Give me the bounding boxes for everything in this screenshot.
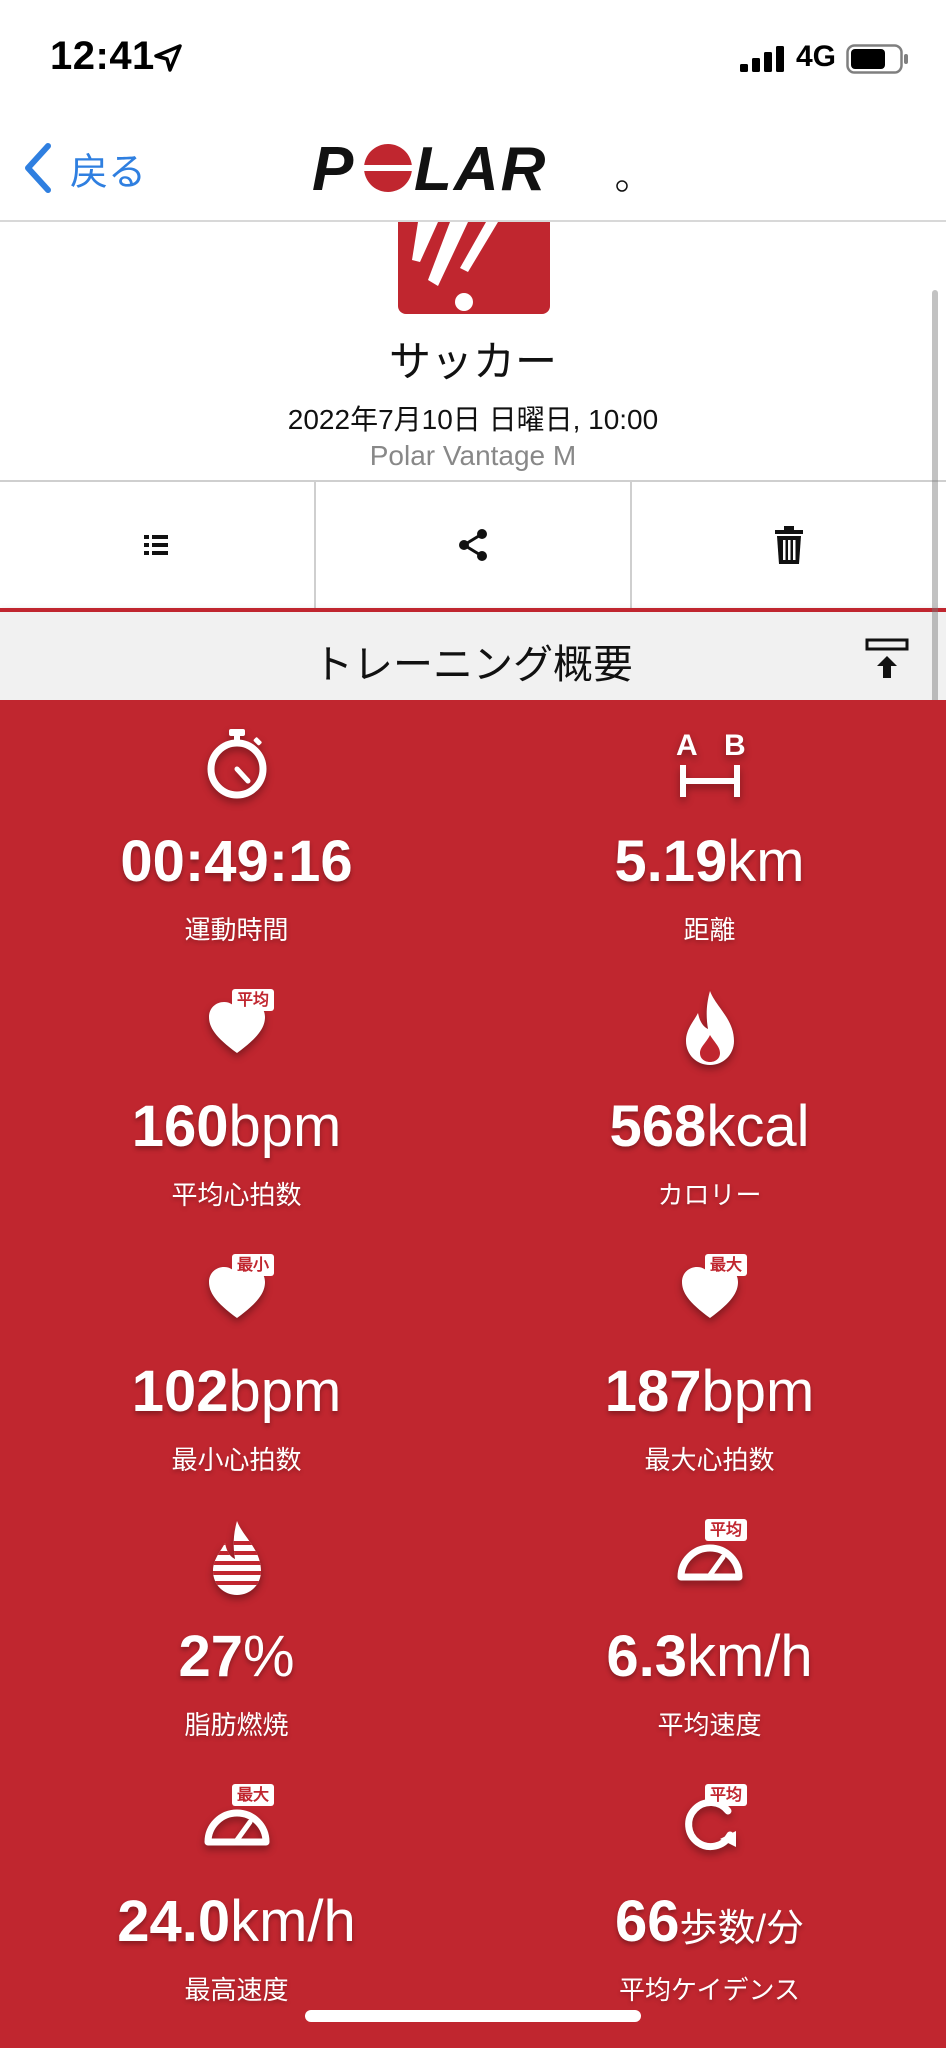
location-arrow-icon bbox=[154, 44, 182, 72]
flame-icon bbox=[685, 991, 734, 1065]
fat-burn-icon bbox=[212, 1521, 261, 1595]
stat-max-speed: 最大 24.0km/h 最高速度 bbox=[0, 1760, 473, 2025]
export-icon[interactable] bbox=[864, 636, 910, 682]
svg-text:LAR: LAR bbox=[414, 138, 547, 198]
chevron-left-icon bbox=[25, 143, 51, 193]
status-time: 12:41 bbox=[50, 34, 155, 78]
min-hr-value: 102bpm bbox=[131, 1359, 342, 1424]
avg-cadence-label: 平均ケイデンス bbox=[619, 1976, 800, 2006]
stat-avg-speed: 平均 6.3km/h 平均速度 bbox=[473, 1495, 946, 1760]
signal-icon bbox=[740, 46, 784, 72]
stat-fat-burn: 27% 脂肪燃焼 bbox=[0, 1495, 473, 1760]
list-button[interactable] bbox=[0, 482, 316, 608]
action-row bbox=[0, 480, 946, 608]
nav-bar: 戻る P LAR bbox=[0, 118, 946, 222]
section-header: トレーニング概要 bbox=[0, 608, 946, 700]
status-bar: 12:41 4G bbox=[0, 0, 946, 118]
home-indicator[interactable] bbox=[305, 2010, 641, 2022]
avg-speed-label: 平均速度 bbox=[657, 1711, 762, 1741]
max-speed-value: 24.0km/h bbox=[117, 1889, 356, 1954]
back-label: 戻る bbox=[70, 149, 147, 194]
stat-avg-cadence: 平均 66歩数/分 平均ケイデンス bbox=[473, 1760, 946, 2025]
soccer-icon bbox=[398, 222, 550, 314]
delete-button[interactable] bbox=[632, 482, 946, 608]
max-badge: 最大 bbox=[705, 1254, 748, 1276]
device-name: Polar Vantage M bbox=[369, 440, 577, 471]
max-hr-label: 最大心拍数 bbox=[644, 1446, 775, 1476]
avg-hr-value: 160bpm bbox=[131, 1094, 342, 1159]
calories-label: カロリー bbox=[657, 1181, 762, 1211]
sport-title: サッカー bbox=[388, 337, 557, 386]
battery-icon bbox=[846, 44, 908, 74]
stat-distance: A B 5.19km 距離 bbox=[473, 700, 946, 965]
min-hr-label: 最小心拍数 bbox=[171, 1446, 302, 1476]
avg-badge: 平均 bbox=[705, 1519, 748, 1541]
avg-cadence-value: 66歩数/分 bbox=[614, 1889, 805, 1954]
distance-label: 距離 bbox=[683, 916, 736, 946]
polar-logo: P LAR bbox=[312, 138, 628, 198]
duration-value: 00:49:16 bbox=[120, 829, 353, 894]
stat-max-heart-rate: 最大 187bpm 最大心拍数 bbox=[473, 1230, 946, 1495]
network-label: 4G bbox=[796, 40, 837, 73]
max-speed-label: 最高速度 bbox=[184, 1976, 289, 2006]
list-icon bbox=[144, 535, 168, 555]
avg-speed-value: 6.3km/h bbox=[606, 1624, 813, 1689]
avg-badge: 平均 bbox=[232, 989, 275, 1011]
fat-burn-value: 27% bbox=[178, 1624, 295, 1689]
section-title: トレーニング概要 bbox=[313, 642, 633, 688]
svg-text:A: A bbox=[676, 729, 698, 762]
duration-label: 運動時間 bbox=[184, 916, 289, 946]
back-button[interactable]: 戻る bbox=[20, 140, 146, 196]
fat-burn-label: 脂肪燃焼 bbox=[184, 1711, 289, 1741]
stat-avg-heart-rate: 平均 160bpm 平均心拍数 bbox=[0, 965, 473, 1230]
min-badge: 最小 bbox=[232, 1254, 275, 1276]
distance-ab-icon: A B bbox=[676, 729, 746, 797]
avg-hr-label: 平均心拍数 bbox=[171, 1181, 302, 1211]
avg-badge: 平均 bbox=[705, 1784, 748, 1806]
distance-value: 5.19km bbox=[614, 829, 805, 894]
svg-text:P: P bbox=[312, 138, 355, 198]
session-datetime: 2022年7月10日 日曜日, 10:00 bbox=[287, 404, 659, 435]
calories-value: 568kcal bbox=[609, 1094, 810, 1159]
share-icon bbox=[459, 529, 487, 561]
share-button[interactable] bbox=[316, 482, 632, 608]
stat-duration: 00:49:16 運動時間 bbox=[0, 700, 473, 965]
stat-calories: 568kcal カロリー bbox=[473, 965, 946, 1230]
stats-panel: 00:49:16 運動時間 A B 5.19km 距離 平均 160bpm 平均… bbox=[0, 700, 946, 2048]
max-hr-value: 187bpm bbox=[604, 1359, 815, 1424]
stat-min-heart-rate: 最小 102bpm 最小心拍数 bbox=[0, 1230, 473, 1495]
max-badge: 最大 bbox=[232, 1784, 275, 1806]
trash-icon bbox=[775, 526, 803, 564]
svg-text:B: B bbox=[724, 729, 746, 762]
stopwatch-icon bbox=[207, 729, 266, 799]
